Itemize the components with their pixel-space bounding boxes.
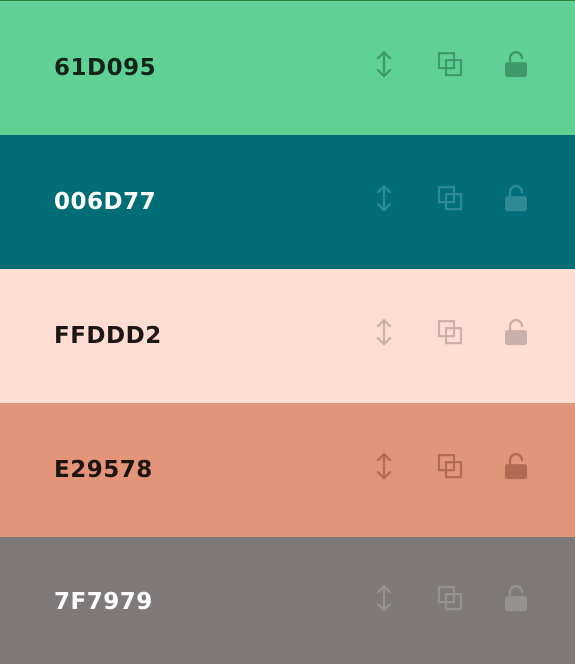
color-swatch-2[interactable]: 006D77	[0, 135, 575, 269]
copy-icon[interactable]	[434, 48, 466, 80]
color-swatch-4[interactable]: E29578	[0, 403, 575, 537]
swatch-tools	[368, 450, 532, 482]
swatch-tools	[368, 582, 532, 614]
drag-vertical-icon[interactable]	[368, 450, 400, 482]
hex-code[interactable]: 7F7979	[54, 589, 153, 615]
color-swatch-1[interactable]: 61D095	[0, 1, 575, 135]
color-swatch-3[interactable]: FFDDD2	[0, 269, 575, 403]
unlock-icon[interactable]	[500, 316, 532, 348]
unlock-icon[interactable]	[500, 48, 532, 80]
swatch-tools	[368, 48, 532, 80]
copy-icon[interactable]	[434, 582, 466, 614]
copy-icon[interactable]	[434, 182, 466, 214]
hex-code[interactable]: E29578	[54, 457, 153, 483]
drag-vertical-icon[interactable]	[368, 48, 400, 80]
drag-vertical-icon[interactable]	[368, 182, 400, 214]
hex-code[interactable]: 006D77	[54, 189, 156, 215]
unlock-icon[interactable]	[500, 582, 532, 614]
hex-code[interactable]: FFDDD2	[54, 323, 162, 349]
unlock-icon[interactable]	[500, 182, 532, 214]
unlock-icon[interactable]	[500, 450, 532, 482]
color-palette: 61D095 006D77 FFDDD2 E29578 7F7979	[0, 0, 575, 664]
hex-code[interactable]: 61D095	[54, 55, 156, 81]
copy-icon[interactable]	[434, 316, 466, 348]
swatch-tools	[368, 182, 532, 214]
drag-vertical-icon[interactable]	[368, 582, 400, 614]
copy-icon[interactable]	[434, 450, 466, 482]
color-swatch-5[interactable]: 7F7979	[0, 537, 575, 664]
drag-vertical-icon[interactable]	[368, 316, 400, 348]
swatch-tools	[368, 316, 532, 348]
